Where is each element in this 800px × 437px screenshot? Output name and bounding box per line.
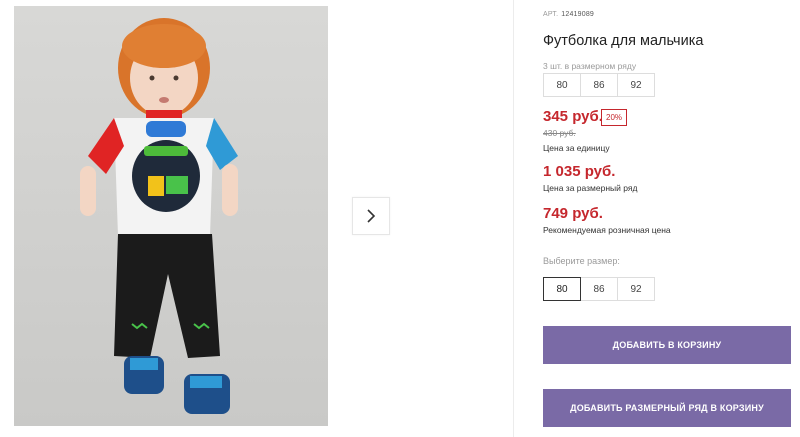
size-option-92[interactable]: 92	[617, 277, 655, 301]
series-note: 3 шт. в размерном ряду	[543, 61, 637, 71]
add-to-cart-button[interactable]: ДОБАВИТЬ В КОРЗИНУ	[543, 326, 791, 364]
series-size: 80	[543, 73, 581, 97]
series-size: 92	[617, 73, 655, 97]
column-divider	[513, 0, 514, 437]
unit-price-label: Цена за единицу	[543, 143, 610, 153]
chevron-right-icon	[367, 209, 376, 223]
retail-price: 749 руб.	[543, 205, 603, 222]
sku-value: 12419089	[561, 11, 595, 18]
sku: АРТ. 12419089	[543, 11, 594, 18]
series-price-label: Цена за размерный ряд	[543, 183, 638, 193]
product-photo	[14, 6, 328, 426]
choose-size-label: Выберите размер:	[543, 256, 620, 266]
old-price: 430 руб.	[543, 128, 576, 138]
size-selector: 80 86 92	[543, 277, 655, 301]
add-series-to-cart-button[interactable]: ДОБАВИТЬ РАЗМЕРНЫЙ РЯД В КОРЗИНУ	[543, 389, 791, 427]
series-size: 86	[580, 73, 618, 97]
retail-price-label: Рекомендуемая розничная цена	[543, 225, 671, 235]
product-title: Футболка для мальчика	[543, 33, 704, 49]
sku-label: АРТ.	[543, 11, 559, 18]
gallery-next-button[interactable]	[352, 197, 390, 235]
series-sizes: 80 86 92	[543, 73, 655, 97]
series-price: 1 035 руб.	[543, 163, 616, 180]
price: 345 руб.	[543, 108, 603, 125]
discount-badge: 20%	[601, 109, 628, 126]
child-illustration	[80, 18, 238, 414]
size-option-80[interactable]: 80	[543, 277, 581, 301]
size-option-86[interactable]: 86	[580, 277, 618, 301]
